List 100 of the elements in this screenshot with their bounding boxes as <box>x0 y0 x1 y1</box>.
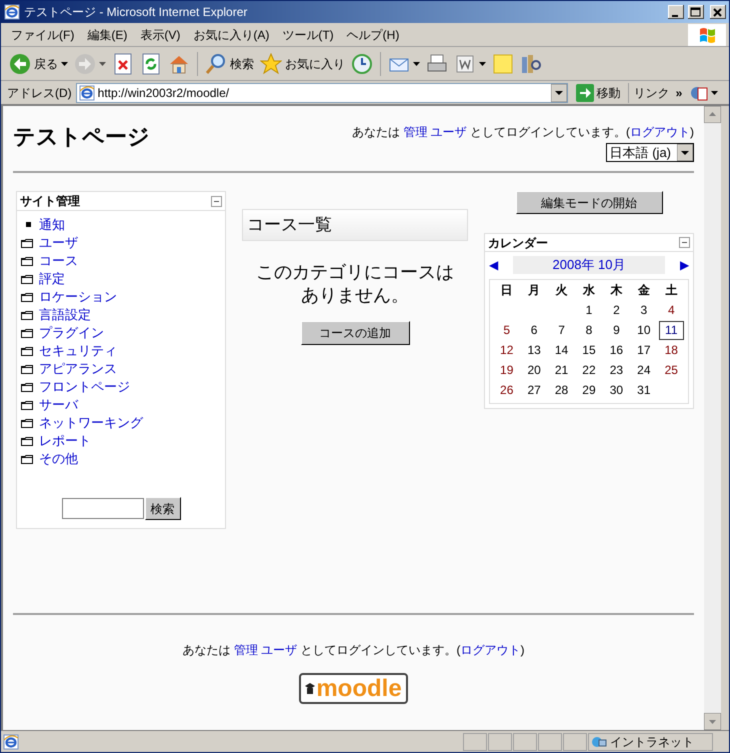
calendar-day[interactable]: 13 <box>522 340 547 360</box>
calendar-day[interactable]: 3 <box>631 300 656 320</box>
calendar-day[interactable]: 2 <box>604 300 629 320</box>
admin-menu-item[interactable]: コース <box>21 252 221 270</box>
calendar-day[interactable]: 16 <box>604 340 629 360</box>
folder-icon <box>21 382 33 392</box>
collapse-icon[interactable] <box>679 237 690 248</box>
user-link[interactable]: 管理 ユーザ <box>403 125 467 139</box>
calendar-day[interactable]: 15 <box>576 340 602 360</box>
calendar-day[interactable]: 31 <box>631 380 656 400</box>
calendar-day[interactable]: 1 <box>576 300 602 320</box>
close-button[interactable] <box>710 5 726 19</box>
next-month-link[interactable]: ▶ <box>680 256 689 274</box>
page-icon <box>3 734 19 750</box>
collapse-icon[interactable] <box>211 196 222 206</box>
search-button[interactable]: 検索 <box>144 497 180 520</box>
calendar-day[interactable]: 29 <box>576 380 602 400</box>
document-icon <box>454 52 476 74</box>
caret-icon <box>99 62 106 66</box>
menu-item[interactable]: 編集(E) <box>81 26 134 44</box>
folder-icon <box>21 346 33 356</box>
folder-icon <box>21 310 33 320</box>
page-title: テストページ <box>13 123 150 151</box>
admin-menu-item[interactable]: 言語設定 <box>21 306 221 324</box>
note-icon <box>492 52 514 74</box>
caret-icon <box>479 62 486 66</box>
calendar-day[interactable]: 4 <box>658 300 684 320</box>
calendar-day[interactable]: 8 <box>576 320 602 340</box>
folder-icon <box>21 256 33 266</box>
admin-menu-item[interactable]: その他 <box>21 450 221 468</box>
calendar-day[interactable]: 5 <box>494 320 520 340</box>
more-links-button[interactable]: » <box>676 84 682 102</box>
calendar-day[interactable]: 12 <box>494 340 520 360</box>
edit-mode-button[interactable]: 編集モードの開始 <box>516 191 662 214</box>
admin-menu-item[interactable]: 評定 <box>21 270 221 288</box>
search-button[interactable]: 検索 <box>203 50 256 78</box>
admin-menu-item[interactable]: フロントページ <box>21 378 221 396</box>
user-link[interactable]: ログアウト <box>630 125 690 139</box>
calendar-day[interactable]: 10 <box>631 320 656 340</box>
refresh-icon <box>140 52 162 74</box>
user-link[interactable]: 管理 ユーザ <box>234 643 298 657</box>
dropdown-arrow-icon <box>550 84 567 102</box>
menu-item[interactable]: お気に入り(A) <box>187 26 276 44</box>
calendar-day[interactable]: 7 <box>549 320 574 340</box>
weekday-header: 火 <box>554 282 569 299</box>
calendar-day[interactable]: 18 <box>658 340 684 360</box>
previous-month-link[interactable]: ◀ <box>489 256 498 274</box>
admin-menu-item[interactable]: ネットワーキング <box>21 414 221 432</box>
calendar-day[interactable]: 11 <box>658 320 684 340</box>
address-field[interactable]: http://win2003r2/moodle/ <box>76 82 568 102</box>
back-button[interactable]: 戻る <box>7 50 70 78</box>
menu-item[interactable]: 表示(V) <box>134 26 186 44</box>
go-button[interactable]: 移動 <box>574 84 623 102</box>
user-link[interactable]: ログアウト <box>460 643 521 657</box>
calendar-day[interactable]: 20 <box>522 360 547 380</box>
maximize-button[interactable] <box>688 5 704 19</box>
calendar-day[interactable]: 25 <box>658 360 684 380</box>
calendar-day[interactable]: 24 <box>631 360 656 380</box>
menu-item[interactable]: ツール(T) <box>276 26 340 44</box>
admin-menu-item[interactable]: プラグイン <box>21 324 221 342</box>
folder-icon <box>21 292 33 302</box>
calendar-day[interactable]: 6 <box>522 320 547 340</box>
language-select[interactable]: 日本語 (ja) <box>606 143 694 162</box>
calendar-day[interactable]: 27 <box>522 380 547 400</box>
history-icon <box>351 52 373 74</box>
calendar-day[interactable]: 26 <box>494 380 520 400</box>
scroll-bar[interactable] <box>704 106 721 730</box>
month-title[interactable]: 2008年 10月 <box>513 256 665 274</box>
calendar-day[interactable]: 30 <box>604 380 629 400</box>
weekday-header: 日 <box>500 282 514 299</box>
calendar-day[interactable]: 23 <box>604 360 629 380</box>
block-title: サイト管理 <box>20 193 80 210</box>
favorites-button[interactable]: お気に入り <box>258 50 347 78</box>
windows-logo-icon <box>688 24 726 46</box>
calendar-day[interactable]: 17 <box>631 340 656 360</box>
admin-menu-item[interactable]: 通知 <box>21 216 221 234</box>
calendar-day[interactable]: 28 <box>549 380 574 400</box>
admin-menu-item[interactable]: ユーザ <box>21 234 221 252</box>
address-label: アドレス(D) <box>7 84 72 102</box>
admin-menu-item[interactable]: サーバ <box>21 396 221 414</box>
minimize-button[interactable] <box>668 5 684 19</box>
moodle-logo: moodle <box>299 673 408 704</box>
calendar-day[interactable]: 14 <box>549 340 574 360</box>
calendar-day[interactable]: 21 <box>549 360 574 380</box>
menu-item[interactable]: ヘルプ(H) <box>340 26 406 44</box>
calendar-day[interactable]: 19 <box>494 360 520 380</box>
add-course-button[interactable]: コースの追加 <box>300 321 410 345</box>
status-pane <box>538 732 562 750</box>
menu-item[interactable]: ファイル(F) <box>5 26 80 44</box>
admin-menu-item[interactable]: ロケーション <box>21 288 221 306</box>
empty-message: このカテゴリにコースはありません。 <box>255 261 455 307</box>
calendar-day[interactable]: 9 <box>604 320 629 340</box>
calendar-day[interactable]: 22 <box>576 360 602 380</box>
browser-icon <box>78 84 95 100</box>
admin-menu-item[interactable]: アピアランス <box>21 360 221 378</box>
weekday-header: 水 <box>582 282 596 299</box>
admin-menu-item[interactable]: セキュリティ <box>21 342 221 360</box>
links-label[interactable]: リンク <box>634 84 670 102</box>
search-field[interactable] <box>62 498 144 519</box>
admin-menu-item[interactable]: レポート <box>21 432 221 450</box>
